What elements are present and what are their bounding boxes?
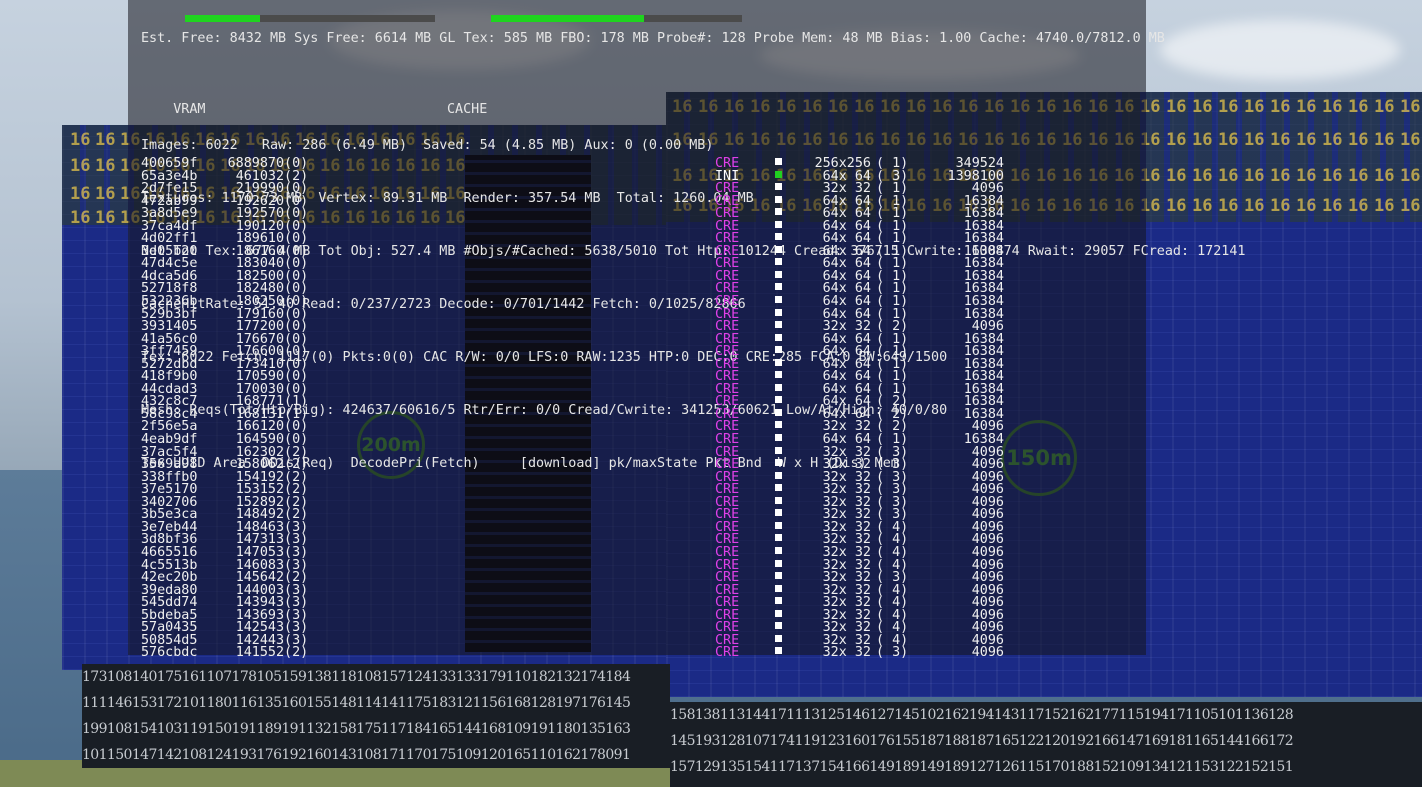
number-line: 1451931281071741191231601761551871881871…	[670, 733, 1294, 749]
fetch-state-indicator	[775, 195, 782, 203]
texture-badge: 16	[70, 130, 91, 150]
fetch-state-indicator	[775, 270, 782, 278]
texture-badge: 16	[70, 208, 91, 228]
fetch-state-indicator	[775, 170, 782, 178]
texture-badge: 16	[1374, 130, 1395, 150]
fetch-state-indicator	[775, 208, 782, 216]
fetch-state-indicator	[775, 358, 782, 366]
texture-discard: ( 3)	[876, 645, 909, 661]
texture-badge: 16	[1244, 130, 1265, 150]
texture-badge: 16	[1400, 130, 1421, 150]
fetch-state-indicator	[775, 434, 782, 442]
texture-badge: 16	[1322, 196, 1343, 216]
fetch-state-indicator	[775, 183, 782, 191]
texture-badge: 16	[1374, 97, 1395, 117]
vram-label: VRAM	[173, 102, 206, 118]
cache-label: CACHE	[447, 102, 488, 118]
number-line: 1991081541031191501911891911321581751171…	[82, 721, 631, 737]
texture-state: CRE	[715, 645, 740, 661]
fetch-state-indicator	[775, 584, 782, 592]
cache-bar	[491, 15, 742, 22]
texture-badge: 16	[1374, 166, 1395, 186]
texture-badge: 16	[1348, 97, 1369, 117]
fetch-state-indicator	[775, 308, 782, 316]
number-strip-left: 1731081401751611071781051591381181081571…	[82, 664, 670, 768]
fetch-state-indicator	[775, 534, 782, 542]
fetch-state-indicator	[775, 233, 782, 241]
texture-badge: 16	[1270, 130, 1291, 150]
texture-badge: 16	[1244, 196, 1265, 216]
vram-cache-row: VRAM CACHE	[141, 84, 1245, 117]
fetch-state-indicator	[775, 471, 782, 479]
fetch-state-indicator	[775, 459, 782, 467]
texture-badge: 16	[1400, 196, 1421, 216]
texture-badge: 16	[95, 184, 116, 204]
fetch-state-indicator	[775, 484, 782, 492]
texture-badge: 16	[1322, 166, 1343, 186]
texture-badge: 16	[95, 208, 116, 228]
fetch-state-indicator	[775, 597, 782, 605]
fetch-state-indicator	[775, 383, 782, 391]
texture-badge: 16	[1270, 196, 1291, 216]
number-line: 1581381131441711131251461271451021621941…	[670, 707, 1294, 723]
texture-mem: 4096	[971, 645, 1004, 661]
number-line: 1571291351541171371541661491891491891271…	[670, 759, 1294, 775]
number-line: 1111461531721011801161351601551481141411…	[82, 695, 631, 711]
fetch-state-indicator	[775, 283, 782, 291]
fetch-state-indicator	[775, 421, 782, 429]
texture-badge: 16	[1348, 196, 1369, 216]
fetch-state-indicator	[775, 296, 782, 304]
fetch-state-indicator	[775, 496, 782, 504]
images-line: Images: 6022 Raw: 286 (6.49 MB) Saved: 5…	[141, 137, 714, 153]
fetch-state-indicator	[775, 220, 782, 228]
fetch-state-indicator	[775, 321, 782, 329]
texture-badge: 16	[1348, 166, 1369, 186]
texture-badge: 16	[1348, 130, 1369, 150]
texture-badge: 16	[1296, 166, 1317, 186]
number-line: 1731081401751611071781051591381181081571…	[82, 669, 631, 685]
texture-badge: 16	[1400, 97, 1421, 117]
texture-badge: 16	[95, 156, 116, 176]
texture-badge: 16	[1400, 166, 1421, 186]
fetch-state-indicator	[775, 647, 782, 655]
fetch-state-indicator	[775, 245, 782, 253]
fetch-state-indicator	[775, 371, 782, 379]
texture-badge: 16	[1296, 196, 1317, 216]
texture-badge: 16	[1270, 166, 1291, 186]
fetch-state-indicator	[775, 546, 782, 554]
fetch-state-indicator	[775, 634, 782, 642]
fetch-state-indicator	[775, 572, 782, 580]
fetch-state-indicator	[775, 622, 782, 630]
fetch-state-indicator	[775, 521, 782, 529]
vram-bar	[185, 15, 435, 22]
texture-badge: 16	[1296, 130, 1317, 150]
texture-badge: 16	[95, 130, 116, 150]
fetch-state-indicator	[775, 258, 782, 266]
fetch-state-indicator	[775, 509, 782, 517]
fetch-state-indicator	[775, 408, 782, 416]
fetch-state-indicator	[775, 346, 782, 354]
number-line: 1011501471421081241931761921601431081711…	[82, 747, 631, 763]
fetch-state-indicator	[775, 396, 782, 404]
texture-badge: 16	[1322, 130, 1343, 150]
texture-badge: 16	[1244, 97, 1265, 117]
texture-ddis: 2(2)	[276, 645, 309, 661]
fetch-state-indicator	[775, 559, 782, 567]
memory-summary-line: Est. Free: 8432 MB Sys Free: 6614 MB GL …	[141, 31, 1165, 47]
fetch-state-indicator	[775, 333, 782, 341]
fetch-state-indicator	[775, 158, 782, 165]
texture-badge: 16	[1374, 196, 1395, 216]
texture-badge: 16	[1296, 97, 1317, 117]
fetch-state-indicator	[775, 609, 782, 617]
vram-bar-fill	[185, 15, 260, 22]
fetch-state-indicator	[775, 446, 782, 454]
cache-bar-fill	[491, 15, 645, 22]
texture-badge: 16	[70, 156, 91, 176]
texture-badge: 16	[1244, 166, 1265, 186]
texture-badge: 16	[1322, 97, 1343, 117]
texture-badge: 16	[70, 184, 91, 204]
number-strip-right: 1581381131441711131251461271451021621941…	[670, 702, 1422, 787]
texture-area: 14155	[235, 645, 276, 661]
texture-badge: 16	[1270, 97, 1291, 117]
